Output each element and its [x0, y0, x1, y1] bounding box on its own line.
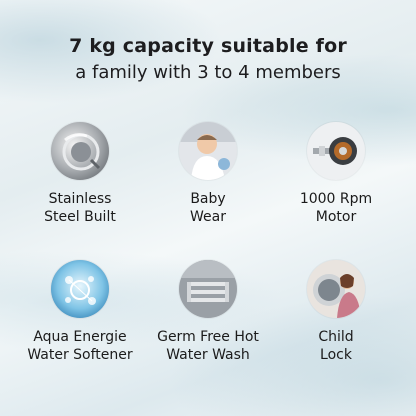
- feature-label-line1: 1000 Rpm: [299, 191, 373, 207]
- headline-capacity: 7 kg capacity suitable for: [69, 35, 347, 57]
- feature-grid: Stainless Steel Built Baby Wear 1000 Rpm…: [0, 122, 416, 372]
- feature-label-line1: Germ Free Hot: [157, 329, 259, 345]
- feature-label-line1: Child: [318, 329, 354, 345]
- feature-label-line1: Aqua Energie: [33, 329, 127, 345]
- baby-icon: [179, 122, 237, 180]
- child-lock-icon: [307, 260, 365, 318]
- feature-label-line1: Baby: [190, 191, 226, 207]
- feature-label-line2: Wear: [190, 209, 226, 225]
- heating-element-icon: [179, 260, 237, 318]
- feature-label-line2: Water Wash: [166, 347, 250, 363]
- feature-germ-free-hot-wash: Germ Free Hot Water Wash: [139, 260, 277, 364]
- feature-aqua-energie: Aqua Energie Water Softener: [11, 260, 149, 364]
- feature-label-line2: Water Softener: [27, 347, 133, 363]
- feature-label-line2: Motor: [315, 209, 357, 225]
- feature-baby-wear: Baby Wear: [139, 122, 277, 226]
- headline-family: a family with 3 to 4 members: [75, 62, 341, 83]
- feature-label-line2: Steel Built: [44, 209, 116, 225]
- water-drop-icon: [51, 260, 109, 318]
- stainless-drum-icon: [51, 122, 109, 180]
- motor-icon: [307, 122, 365, 180]
- feature-child-lock: Child Lock: [267, 260, 405, 364]
- feature-stainless-steel: Stainless Steel Built: [11, 122, 149, 226]
- headline: 7 kg capacity suitable for a family with…: [0, 34, 416, 86]
- feature-label-line1: Stainless: [48, 191, 112, 207]
- feature-motor: 1000 Rpm Motor: [267, 122, 405, 226]
- feature-label-line2: Lock: [320, 347, 352, 363]
